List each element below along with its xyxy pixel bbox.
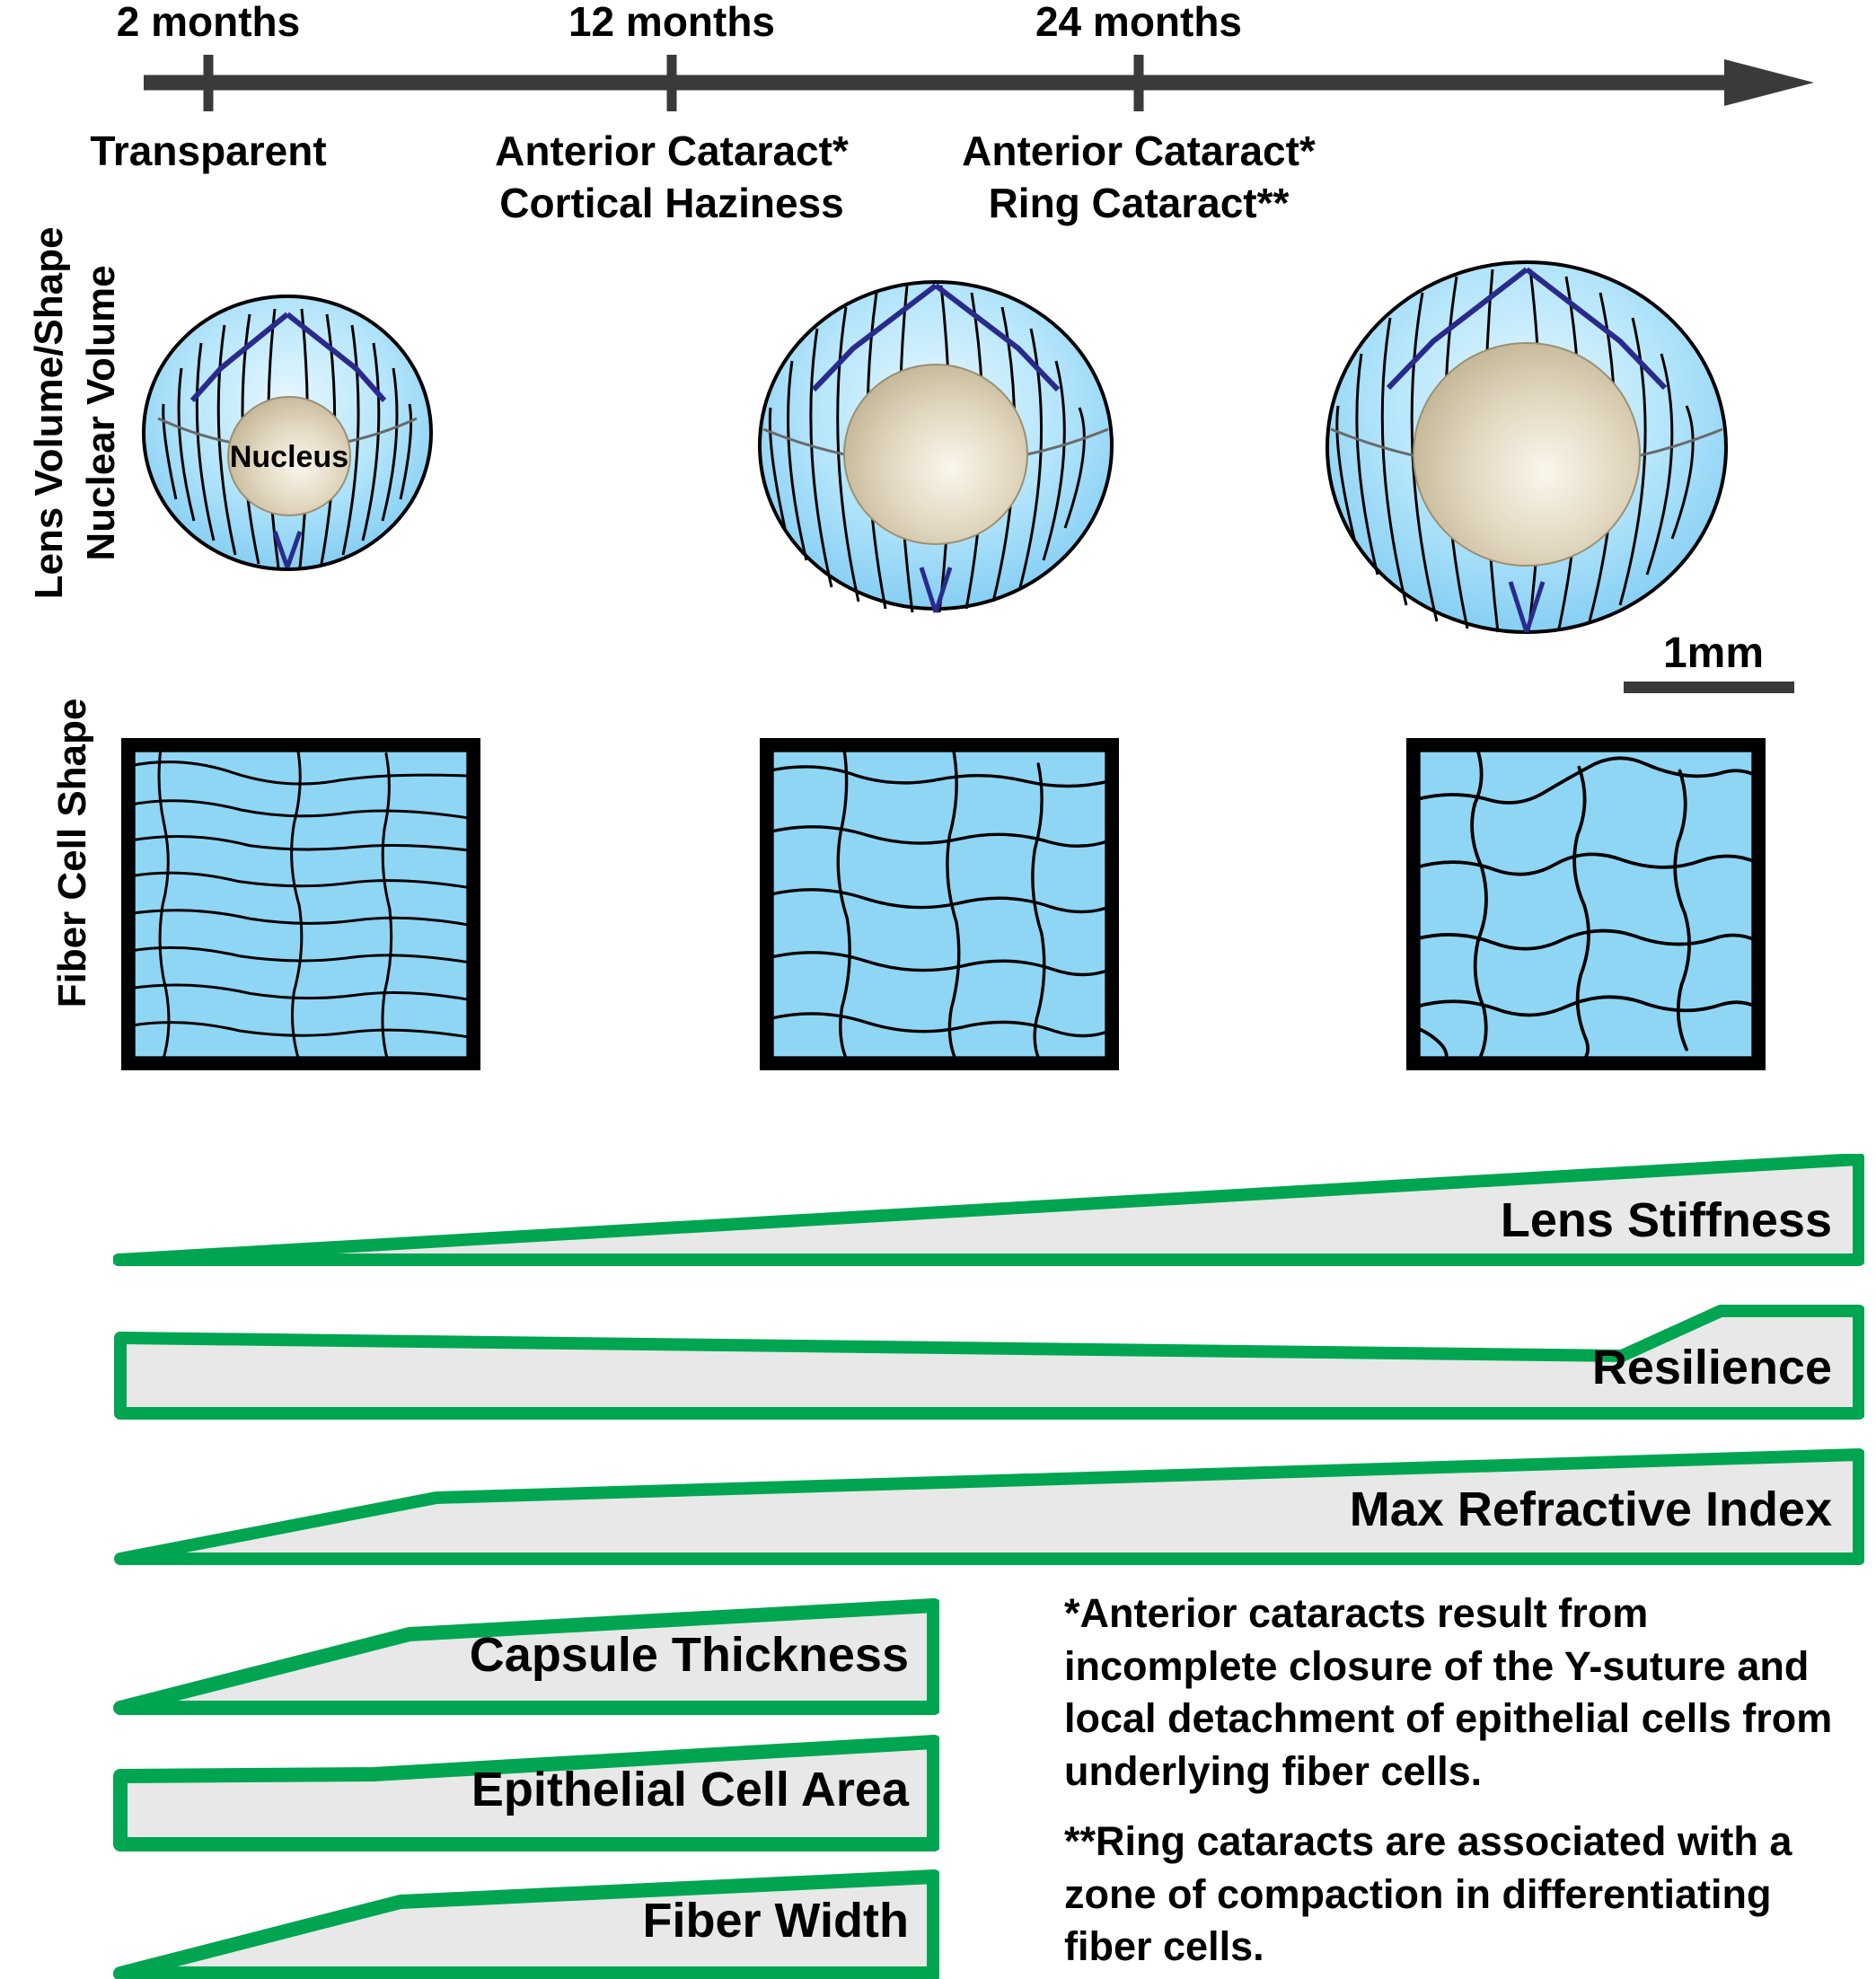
stage-label-12mo-line1: Anterior Cataract*: [495, 128, 849, 174]
lens-diagram-12mo: [758, 280, 1114, 613]
timeline-tick-label-12mo: 12 months: [568, 0, 776, 45]
stage-label-24mo-line1: Anterior Cataract*: [962, 128, 1316, 174]
timeline-tick-label-24mo: 24 months: [1035, 0, 1243, 45]
row-label-lens-volume-line1: Lens Volume/Shape: [27, 226, 71, 600]
scale-bar-label: 1mm: [1662, 629, 1765, 677]
wedge-label-resilience: Resilience: [1591, 1341, 1832, 1394]
wedge-label-max-refractive-index: Max Refractive Index: [1349, 1482, 1832, 1536]
wedge-label-fiber-width: Fiber Width: [642, 1894, 909, 1948]
fiber-panel-12mo: [760, 738, 1119, 1070]
footnote-ring-cataract: **Ring cataracts are associated with a z…: [1064, 1818, 1792, 1969]
lens-nucleus-24mo: [1413, 342, 1641, 567]
scale-bar-line: [1624, 682, 1794, 693]
timeline-tick-label-2mo: 2 months: [116, 0, 301, 45]
row-label-fiber-cell-shape: Fiber Cell Shape: [50, 698, 94, 1008]
fiber-panel-24mo: [1406, 738, 1766, 1070]
lens-nucleus-12mo: [843, 364, 1028, 545]
timeline-arrowhead: [1724, 59, 1814, 106]
lens-diagram-24mo: [1326, 260, 1728, 634]
wedge-label-epithelial-cell-area: Epithelial Cell Area: [471, 1763, 909, 1816]
footnote-anterior-cataract: *Anterior cataracts result from incomple…: [1064, 1590, 1833, 1794]
nucleus-label: Nucleus: [230, 440, 348, 474]
wedge-label-capsule-thickness: Capsule Thickness: [469, 1628, 909, 1682]
scale-bar-group: 1mm: [1624, 629, 1803, 693]
lens-diagram-2mo: Nucleus: [142, 295, 433, 571]
fiber-panel-2mo: [121, 738, 480, 1070]
wedge-label-lens-stiffness: Lens Stiffness: [1500, 1193, 1832, 1247]
